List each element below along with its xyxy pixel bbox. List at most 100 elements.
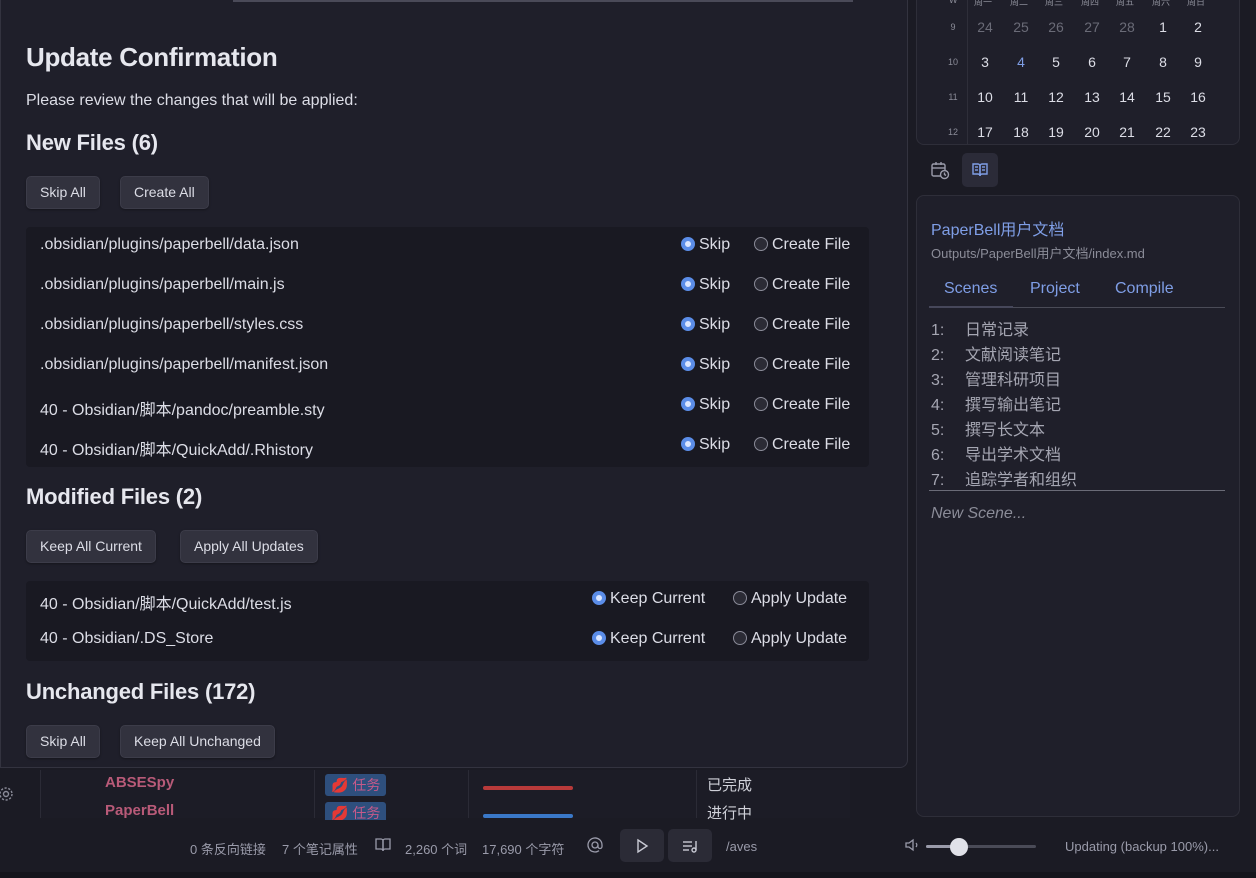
playlist-button[interactable] (668, 829, 712, 862)
calendar-day[interactable]: 13 (1077, 89, 1107, 105)
week-number: 9 (950, 22, 956, 32)
apply-update-radio[interactable]: Apply Update (733, 590, 847, 608)
calendar-day[interactable]: 16 (1183, 89, 1213, 105)
create-file-radio[interactable]: Create File (754, 396, 850, 414)
radio-selected-icon[interactable] (681, 277, 695, 291)
tab-compile[interactable]: Compile (1115, 280, 1174, 298)
calendar-day[interactable]: 18 (1006, 124, 1036, 140)
reading-book-icon[interactable] (374, 836, 392, 859)
skip-radio[interactable]: Skip (681, 356, 730, 374)
radio-unselected-icon[interactable] (754, 317, 768, 331)
file-path: 40 - Obsidian/脚本/pandoc/preamble.sty (40, 402, 325, 419)
skip-radio[interactable]: Skip (681, 436, 730, 454)
calendar-day[interactable]: 3 (970, 54, 1000, 70)
skip-radio[interactable]: Skip (681, 316, 730, 334)
radio-unselected-icon[interactable] (754, 277, 768, 291)
radio-unselected-icon[interactable] (754, 237, 768, 251)
create-file-radio[interactable]: Create File (754, 276, 850, 294)
calendar-clock-icon[interactable] (922, 153, 958, 187)
create-file-radio[interactable]: Create File (754, 236, 850, 254)
scene-item[interactable]: 3: 管理科研项目 (931, 366, 1061, 390)
keep-current-radio[interactable]: Keep Current (592, 630, 705, 648)
radio-unselected-icon[interactable] (733, 591, 747, 605)
table-row[interactable]: ABSESpy 💋 任务 已完成 (41, 774, 851, 800)
project-name[interactable]: ABSESpy (105, 774, 174, 791)
properties-count[interactable]: 7 个笔记属性 (282, 839, 358, 858)
radio-selected-icon[interactable] (681, 437, 695, 451)
calendar-day-today[interactable]: 4 (1006, 54, 1036, 70)
play-icon[interactable] (634, 838, 650, 854)
volume-slider[interactable] (926, 838, 1036, 856)
document-title[interactable]: PaperBell用户文档 (931, 216, 1064, 240)
calendar-day[interactable]: 5 (1041, 54, 1071, 70)
calendar-day[interactable]: 23 (1183, 124, 1213, 140)
project-name[interactable]: PaperBell (105, 802, 174, 819)
calendar-day[interactable]: 2 (1183, 19, 1213, 35)
tab-scenes[interactable]: Scenes (944, 280, 997, 298)
calendar-day[interactable]: 1 (1148, 19, 1178, 35)
playlist-icon[interactable] (681, 838, 699, 854)
radio-unselected-icon[interactable] (754, 397, 768, 411)
calendar-day[interactable]: 20 (1077, 124, 1107, 140)
calendar-day[interactable]: 10 (970, 89, 1000, 105)
book-icon[interactable] (962, 153, 998, 187)
radio-selected-icon[interactable] (592, 591, 606, 605)
calendar-day[interactable]: 22 (1148, 124, 1178, 140)
calendar-day[interactable]: 17 (970, 124, 1000, 140)
volume-slider-knob[interactable] (950, 838, 968, 856)
create-all-button[interactable]: Create All (120, 176, 209, 209)
calendar-day[interactable]: 27 (1077, 19, 1107, 35)
calendar-day[interactable]: 24 (970, 19, 1000, 35)
calendar-day[interactable]: 15 (1148, 89, 1178, 105)
create-file-radio[interactable]: Create File (754, 436, 850, 454)
calendar-day[interactable]: 8 (1148, 54, 1178, 70)
calendar-header: W (949, 0, 958, 5)
scene-item[interactable]: 7: 追踪学者和组织 (931, 466, 1077, 490)
calendar-day[interactable]: 19 (1041, 124, 1071, 140)
radio-unselected-icon[interactable] (754, 437, 768, 451)
scene-item[interactable]: 4: 撰写输出笔记 (931, 391, 1061, 415)
at-sign-icon[interactable] (586, 836, 604, 859)
modal-top-scroll-strip (233, 0, 853, 2)
scene-item[interactable]: 2: 文献阅读笔记 (931, 341, 1061, 365)
skip-all-new-button[interactable]: Skip All (26, 176, 100, 209)
calendar-day[interactable]: 11 (1006, 89, 1036, 105)
radio-selected-icon[interactable] (681, 397, 695, 411)
calendar-day[interactable]: 14 (1112, 89, 1142, 105)
radio-unselected-icon[interactable] (754, 357, 768, 371)
calendar-day[interactable]: 9 (1183, 54, 1213, 70)
radio-selected-icon[interactable] (592, 631, 606, 645)
play-button[interactable] (620, 829, 664, 862)
create-file-radio[interactable]: Create File (754, 316, 850, 334)
calendar-day[interactable]: 26 (1041, 19, 1071, 35)
skip-radio[interactable]: Skip (681, 396, 730, 414)
calendar-day[interactable]: 7 (1112, 54, 1142, 70)
backlinks-count[interactable]: 0 条反向链接 (190, 839, 266, 858)
scene-item[interactable]: 5: 撰写长文本 (931, 416, 1045, 440)
radio-selected-icon[interactable] (681, 317, 695, 331)
skip-radio[interactable]: Skip (681, 236, 730, 254)
radio-selected-icon[interactable] (681, 237, 695, 251)
new-scene-input[interactable]: New Scene... (931, 505, 1026, 523)
create-file-radio[interactable]: Create File (754, 356, 850, 374)
skip-radio[interactable]: Skip (681, 276, 730, 294)
tab-project[interactable]: Project (1030, 280, 1080, 298)
calendar-day[interactable]: 25 (1006, 19, 1036, 35)
scene-item[interactable]: 6: 导出学术文档 (931, 441, 1061, 465)
calendar-day[interactable]: 28 (1112, 19, 1142, 35)
calendar-day[interactable]: 6 (1077, 54, 1107, 70)
calendar-day[interactable]: 12 (1041, 89, 1071, 105)
keep-all-unchanged-button[interactable]: Keep All Unchanged (120, 725, 275, 758)
apply-update-radio[interactable]: Apply Update (733, 630, 847, 648)
scene-item[interactable]: 1: 日常记录 (931, 316, 1029, 340)
keep-all-current-button[interactable]: Keep All Current (26, 530, 156, 563)
calendar-day[interactable]: 21 (1112, 124, 1142, 140)
skip-all-unchanged-button[interactable]: Skip All (26, 725, 100, 758)
apply-all-updates-button[interactable]: Apply All Updates (180, 530, 318, 563)
radio-selected-icon[interactable] (681, 357, 695, 371)
keep-current-radio[interactable]: Keep Current (592, 590, 705, 608)
radio-unselected-icon[interactable] (733, 631, 747, 645)
volume-speaker-icon[interactable] (904, 836, 922, 859)
settings-gear-icon[interactable] (0, 786, 14, 802)
new-files-list: .obsidian/plugins/paperbell/data.json Sk… (26, 227, 869, 467)
